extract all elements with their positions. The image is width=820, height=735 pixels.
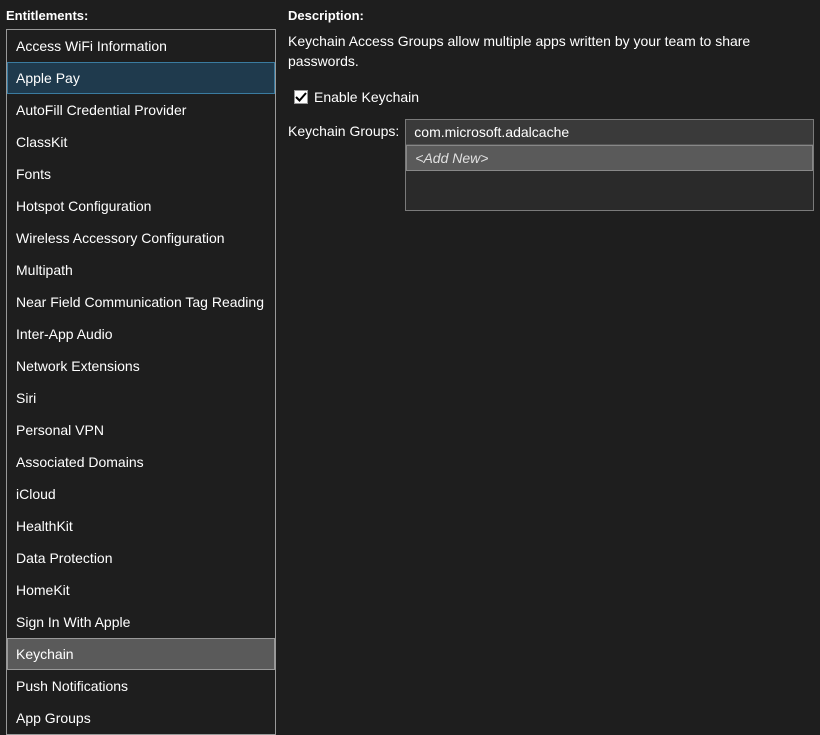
enable-keychain-row: Enable Keychain (294, 89, 814, 105)
entitlement-item[interactable]: HomeKit (7, 574, 275, 606)
entitlement-item[interactable]: Personal VPN (7, 414, 275, 446)
keychain-group-entry[interactable]: com.microsoft.adalcache (406, 120, 813, 145)
entitlement-item[interactable]: Keychain (7, 638, 275, 670)
entitlement-item[interactable]: Apple Pay (7, 62, 275, 94)
description-panel: Description: Keychain Access Groups allo… (288, 6, 814, 702)
entitlement-item[interactable]: Network Extensions (7, 350, 275, 382)
entitlements-panel: Entitlements: Access WiFi InformationApp… (6, 6, 276, 702)
entitlement-item[interactable]: Push Notifications (7, 670, 275, 702)
entitlement-item[interactable]: Access WiFi Information (7, 30, 275, 62)
keychain-groups-row: Keychain Groups: com.microsoft.adalcache… (288, 119, 814, 211)
entitlement-item[interactable]: Fonts (7, 158, 275, 190)
entitlement-item[interactable]: AutoFill Credential Provider (7, 94, 275, 126)
entitlement-item[interactable]: Hotspot Configuration (7, 190, 275, 222)
description-header: Description: (288, 6, 814, 25)
entitlement-item[interactable]: Associated Domains (7, 446, 275, 478)
entitlement-item[interactable]: Sign In With Apple (7, 606, 275, 638)
entitlements-header: Entitlements: (6, 6, 276, 25)
entitlement-item[interactable]: Siri (7, 382, 275, 414)
enable-keychain-checkbox[interactable] (294, 90, 308, 104)
entitlement-item[interactable]: Multipath (7, 254, 275, 286)
description-text: Keychain Access Groups allow multiple ap… (288, 29, 814, 71)
entitlement-item[interactable]: Inter-App Audio (7, 318, 275, 350)
check-icon (295, 91, 307, 103)
enable-keychain-label: Enable Keychain (314, 89, 419, 105)
entitlement-item[interactable]: Near Field Communication Tag Reading (7, 286, 275, 318)
entitlement-item[interactable]: iCloud (7, 478, 275, 510)
entitlement-item[interactable]: ClassKit (7, 126, 275, 158)
entitlement-item[interactable]: Wireless Accessory Configuration (7, 222, 275, 254)
entitlement-item[interactable]: HealthKit (7, 510, 275, 542)
entitlements-list: Access WiFi InformationApple PayAutoFill… (6, 29, 276, 735)
entitlement-item[interactable]: Data Protection (7, 542, 275, 574)
keychain-group-add-new[interactable]: <Add New> (406, 145, 813, 171)
entitlement-item[interactable]: App Groups (7, 702, 275, 734)
keychain-groups-list: com.microsoft.adalcache<Add New> (405, 119, 814, 211)
keychain-groups-label: Keychain Groups: (288, 119, 399, 139)
